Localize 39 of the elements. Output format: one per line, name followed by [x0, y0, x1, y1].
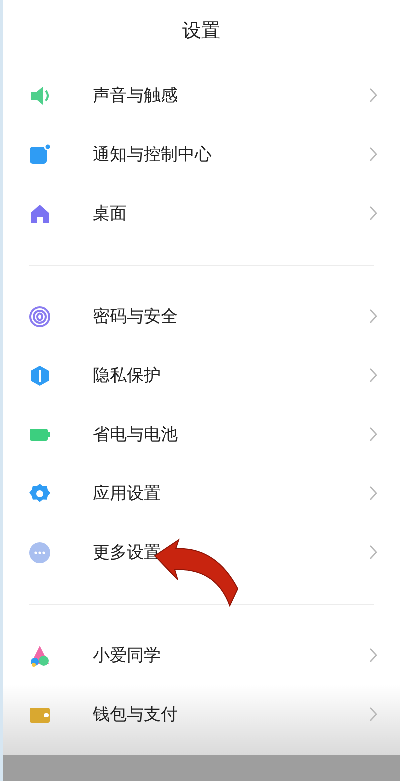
settings-item[interactable]: 小爱同学	[3, 626, 400, 685]
chevron-icon	[369, 545, 378, 560]
chevron-icon	[369, 368, 378, 383]
item-label: 隐私保护	[93, 365, 162, 387]
home-icon	[31, 204, 49, 222]
item-label: 通知与控制中心	[93, 144, 213, 166]
chevron-icon	[369, 648, 378, 663]
chevron-icon	[369, 707, 378, 722]
settings-item[interactable]: 隐私保护	[3, 346, 400, 405]
fingerprint-icon	[30, 306, 50, 327]
chevron-icon	[369, 309, 378, 324]
settings-item[interactable]: 应用设置	[3, 464, 400, 523]
settings-item[interactable]: 桌面	[3, 184, 400, 243]
item-label: 密码与安全	[93, 306, 179, 328]
battery-icon	[30, 428, 50, 440]
chevron-icon	[369, 427, 378, 442]
gear-icon	[30, 484, 50, 502]
settings-item[interactable]: 通知与控制中心	[3, 125, 400, 184]
settings-item[interactable]: 密码与安全	[3, 287, 400, 346]
notification-icon	[30, 144, 51, 164]
item-label: 桌面	[93, 203, 128, 225]
item-label: 声音与触感	[93, 85, 179, 107]
item-label: 应用设置	[93, 483, 162, 505]
chevron-icon	[369, 486, 378, 501]
chevron-icon	[369, 206, 378, 221]
page-title: 设置	[182, 19, 222, 44]
chevron-icon	[369, 88, 378, 103]
settings-item[interactable]: 声音与触感	[3, 66, 400, 125]
settings-item[interactable]: 省电与电池	[3, 405, 400, 464]
item-label: 省电与电池	[93, 424, 179, 446]
settings-item[interactable]: 钱包与支付	[3, 685, 400, 744]
item-label: 小爱同学	[93, 645, 162, 667]
speaker-icon	[31, 86, 49, 104]
chevron-icon	[369, 147, 378, 162]
wallet-icon	[30, 708, 50, 722]
assistant-icon	[31, 646, 49, 666]
shield-icon	[31, 366, 49, 386]
more-icon	[30, 542, 50, 563]
item-label: 钱包与支付	[93, 704, 179, 726]
